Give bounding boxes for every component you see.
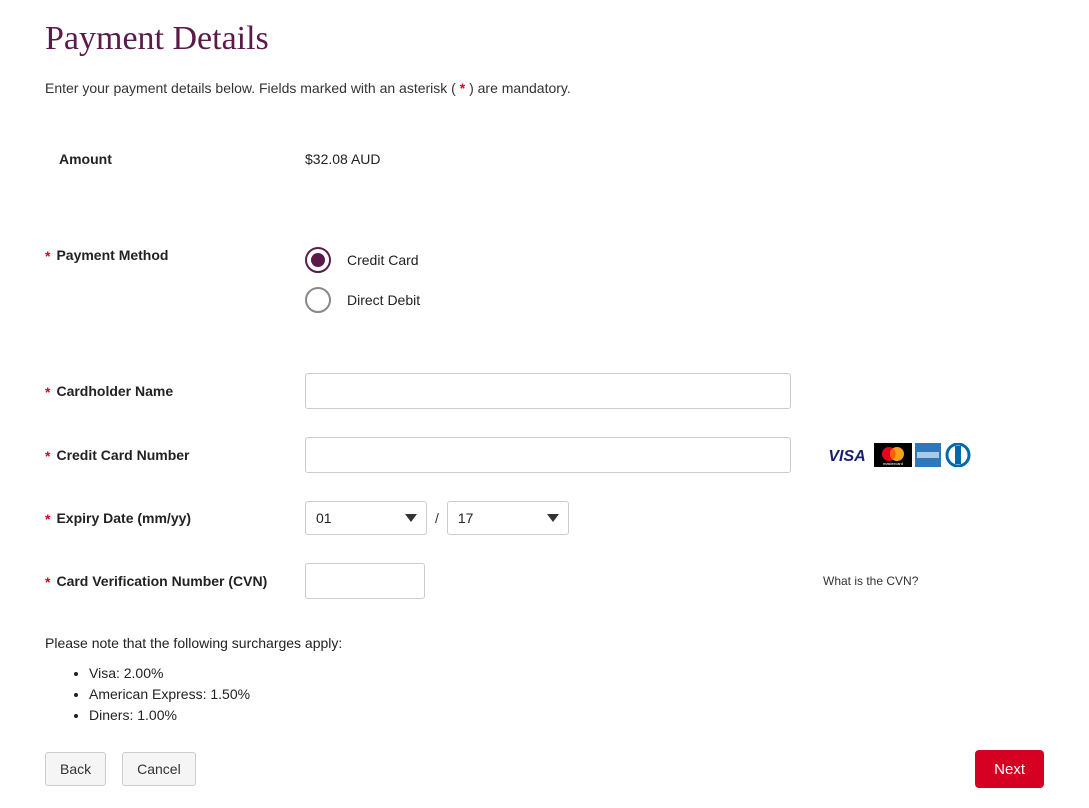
expiry-month-select[interactable]: 01: [305, 501, 427, 535]
cardholder-label-wrap: * Cardholder Name: [45, 383, 305, 400]
card-number-label-wrap: * Credit Card Number: [45, 447, 305, 464]
row-cvn: * Card Verification Number (CVN) What is…: [45, 563, 1044, 599]
required-asterisk: *: [45, 384, 50, 400]
cvn-input[interactable]: [305, 563, 425, 599]
required-asterisk: *: [45, 511, 50, 527]
radio-credit-card-label: Credit Card: [347, 252, 419, 268]
expiry-year-select[interactable]: 17: [447, 501, 569, 535]
expiry-label-wrap: * Expiry Date (mm/yy): [45, 510, 305, 527]
cardholder-input[interactable]: [305, 373, 791, 409]
list-item: Visa: 2.00%: [89, 663, 1044, 684]
list-item: American Express: 1.50%: [89, 684, 1044, 705]
payment-method-label: Payment Method: [56, 247, 168, 263]
cancel-button[interactable]: Cancel: [122, 752, 196, 786]
intro-before: Enter your payment details below. Fields…: [45, 80, 460, 96]
required-asterisk: *: [45, 448, 50, 464]
row-amount: Amount $32.08 AUD: [45, 151, 1044, 167]
diners-icon: [944, 443, 972, 467]
card-number-label: Credit Card Number: [56, 447, 189, 463]
intro-text: Enter your payment details below. Fields…: [45, 80, 1044, 96]
amount-label: Amount: [45, 151, 305, 167]
page-title: Payment Details: [45, 20, 1044, 58]
expiry-separator: /: [435, 510, 439, 526]
visa-icon: VISA: [823, 443, 871, 467]
radio-direct-debit-label: Direct Debit: [347, 292, 420, 308]
mastercard-icon: mastercard: [874, 443, 912, 467]
intro-after: ) are mandatory.: [465, 80, 571, 96]
radio-credit-card[interactable]: Credit Card: [305, 247, 805, 273]
required-asterisk: *: [45, 574, 50, 590]
surcharge-list: Visa: 2.00% American Express: 1.50% Dine…: [45, 663, 1044, 726]
card-number-input[interactable]: [305, 437, 791, 473]
card-logos: VISA mastercard: [805, 443, 1044, 467]
footer-actions: Back Cancel Next: [45, 750, 1044, 788]
row-payment-method: * Payment Method Credit Card Direct Debi…: [45, 247, 1044, 313]
payment-method-options: Credit Card Direct Debit: [305, 247, 805, 313]
radio-circle-icon: [305, 247, 331, 273]
next-button[interactable]: Next: [975, 750, 1044, 788]
cardholder-label: Cardholder Name: [56, 383, 173, 399]
back-button[interactable]: Back: [45, 752, 106, 786]
radio-circle-icon: [305, 287, 331, 313]
row-card-number: * Credit Card Number VISA mastercard: [45, 437, 1044, 473]
cvn-label: Card Verification Number (CVN): [56, 573, 267, 589]
radio-direct-debit[interactable]: Direct Debit: [305, 287, 805, 313]
amount-value: $32.08 AUD: [305, 151, 805, 167]
cvn-help-link[interactable]: What is the CVN?: [823, 574, 918, 588]
svg-text:mastercard: mastercard: [883, 461, 903, 466]
cvn-label-wrap: * Card Verification Number (CVN): [45, 573, 305, 590]
surcharge-intro: Please note that the following surcharge…: [45, 635, 1044, 651]
svg-text:VISA: VISA: [828, 448, 865, 465]
expiry-label: Expiry Date (mm/yy): [56, 510, 191, 526]
payment-method-label-wrap: * Payment Method: [45, 247, 305, 264]
required-asterisk: *: [45, 248, 50, 264]
row-cardholder: * Cardholder Name: [45, 373, 1044, 409]
row-expiry: * Expiry Date (mm/yy) 01 / 17: [45, 501, 1044, 535]
list-item: Diners: 1.00%: [89, 705, 1044, 726]
amex-icon: [915, 443, 941, 467]
